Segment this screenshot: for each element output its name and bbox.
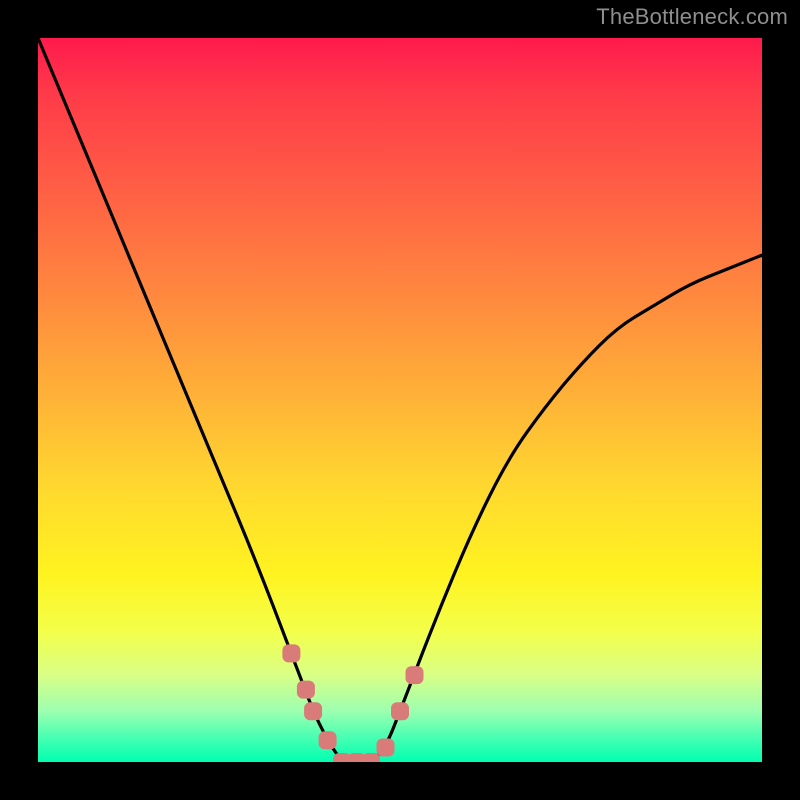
plateau-marker	[377, 739, 395, 757]
plateau-marker	[319, 731, 337, 749]
plateau-marker	[391, 702, 409, 720]
watermark-label: TheBottleneck.com	[596, 4, 788, 30]
plateau-marker	[406, 666, 424, 684]
plateau-marker	[282, 644, 300, 662]
chart-svg	[38, 38, 762, 762]
chart-stage: TheBottleneck.com	[0, 0, 800, 800]
plateau-marker	[362, 753, 380, 762]
plateau-marker	[304, 702, 322, 720]
plateau-markers	[282, 644, 423, 762]
plateau-marker	[297, 681, 315, 699]
bottleneck-curve	[38, 38, 762, 762]
plot-area	[38, 38, 762, 762]
